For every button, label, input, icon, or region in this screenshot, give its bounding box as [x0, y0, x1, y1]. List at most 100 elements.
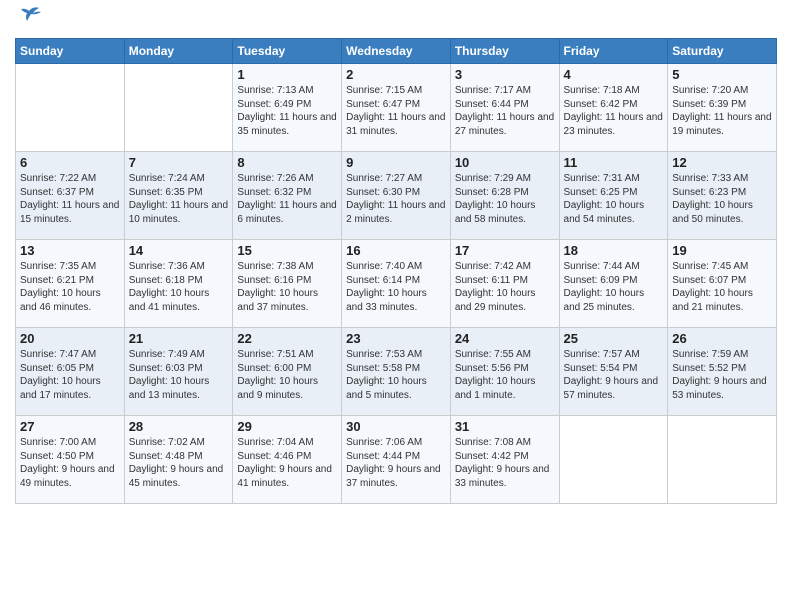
- day-number: 28: [129, 419, 229, 434]
- calendar-cell: 31 Sunrise: 7:08 AM Sunset: 4:42 PM Dayli…: [450, 416, 559, 504]
- calendar-cell: 21Sunrise: 7:49 AM Sunset: 6:03 PM Dayli…: [124, 328, 233, 416]
- calendar-cell: 14 Sunrise: 7:36 AM Sunset: 6:18 PM Dayli…: [124, 240, 233, 328]
- calendar-week-row: 13 Sunrise: 7:35 AM Sunset: 6:21 PM Dayli…: [16, 240, 777, 328]
- header: [15, 10, 777, 32]
- calendar-table: SundayMondayTuesdayWednesdayThursdayFrid…: [15, 38, 777, 504]
- calendar-cell: [16, 64, 125, 152]
- calendar-cell: 28 Sunrise: 7:02 AM Sunset: 4:48 PM Dayli…: [124, 416, 233, 504]
- day-info: Sunrise: 7:08 AM Sunset: 4:42 PM Dayligh…: [455, 436, 555, 490]
- calendar-cell: 29 Sunrise: 7:04 AM Sunset: 4:46 PM Dayli…: [233, 416, 342, 504]
- calendar-cell: 19Sunrise: 7:45 AM Sunset: 6:07 PM Dayli…: [668, 240, 777, 328]
- day-info: Sunrise: 7:20 AM Sunset: 6:39 PM Dayligh…: [672, 84, 772, 138]
- day-info: Sunrise: 7:04 AM Sunset: 4:46 PM Dayligh…: [237, 436, 337, 490]
- day-number: 8: [237, 155, 337, 170]
- calendar-cell: 22 Sunrise: 7:51 AM Sunset: 6:00 PM Dayli…: [233, 328, 342, 416]
- calendar-cell: 27 Sunrise: 7:00 AM Sunset: 4:50 PM Dayli…: [16, 416, 125, 504]
- calendar-cell: 4Sunrise: 7:18 AM Sunset: 6:42 PM Daylig…: [559, 64, 668, 152]
- calendar-cell: 5 Sunrise: 7:20 AM Sunset: 6:39 PM Daylig…: [668, 64, 777, 152]
- day-of-week-header: Thursday: [450, 39, 559, 64]
- day-info: Sunrise: 7:18 AM Sunset: 6:42 PM Dayligh…: [564, 84, 664, 138]
- day-info: Sunrise: 7:36 AM Sunset: 6:18 PM Dayligh…: [129, 260, 229, 314]
- day-number: 5: [672, 67, 772, 82]
- day-info: Sunrise: 7:33 AM Sunset: 6:23 PM Dayligh…: [672, 172, 772, 226]
- day-number: 9: [346, 155, 446, 170]
- calendar-week-row: 1 Sunrise: 7:13 AM Sunset: 6:49 PM Daylig…: [16, 64, 777, 152]
- calendar-cell: 3 Sunrise: 7:17 AM Sunset: 6:44 PM Daylig…: [450, 64, 559, 152]
- day-number: 12: [672, 155, 772, 170]
- day-of-week-header: Tuesday: [233, 39, 342, 64]
- calendar-cell: 24Sunrise: 7:55 AM Sunset: 5:56 PM Dayli…: [450, 328, 559, 416]
- calendar-cell: 10Sunrise: 7:29 AM Sunset: 6:28 PM Dayli…: [450, 152, 559, 240]
- day-of-week-header: Saturday: [668, 39, 777, 64]
- day-number: 18: [564, 243, 664, 258]
- day-number: 25: [564, 331, 664, 346]
- calendar-cell: 8 Sunrise: 7:26 AM Sunset: 6:32 PM Daylig…: [233, 152, 342, 240]
- day-of-week-header: Friday: [559, 39, 668, 64]
- calendar-header-row: SundayMondayTuesdayWednesdayThursdayFrid…: [16, 39, 777, 64]
- day-of-week-header: Wednesday: [342, 39, 451, 64]
- logo: [15, 14, 41, 32]
- day-info: Sunrise: 7:13 AM Sunset: 6:49 PM Dayligh…: [237, 84, 337, 138]
- day-info: Sunrise: 7:40 AM Sunset: 6:14 PM Dayligh…: [346, 260, 446, 314]
- calendar-cell: 7 Sunrise: 7:24 AM Sunset: 6:35 PM Daylig…: [124, 152, 233, 240]
- day-info: Sunrise: 7:31 AM Sunset: 6:25 PM Dayligh…: [564, 172, 664, 226]
- day-number: 7: [129, 155, 229, 170]
- day-info: Sunrise: 7:22 AM Sunset: 6:37 PM Dayligh…: [20, 172, 120, 226]
- day-number: 17: [455, 243, 555, 258]
- day-info: Sunrise: 7:42 AM Sunset: 6:11 PM Dayligh…: [455, 260, 555, 314]
- day-info: Sunrise: 7:57 AM Sunset: 5:54 PM Dayligh…: [564, 348, 664, 402]
- calendar-week-row: 27 Sunrise: 7:00 AM Sunset: 4:50 PM Dayli…: [16, 416, 777, 504]
- day-number: 13: [20, 243, 120, 258]
- calendar-cell: 6 Sunrise: 7:22 AM Sunset: 6:37 PM Daylig…: [16, 152, 125, 240]
- calendar-cell: 11 Sunrise: 7:31 AM Sunset: 6:25 PM Dayli…: [559, 152, 668, 240]
- day-number: 3: [455, 67, 555, 82]
- calendar-cell: 12 Sunrise: 7:33 AM Sunset: 6:23 PM Dayli…: [668, 152, 777, 240]
- day-info: Sunrise: 7:26 AM Sunset: 6:32 PM Dayligh…: [237, 172, 337, 226]
- calendar-cell: 20Sunrise: 7:47 AM Sunset: 6:05 PM Dayli…: [16, 328, 125, 416]
- calendar-cell: 23Sunrise: 7:53 AM Sunset: 5:58 PM Dayli…: [342, 328, 451, 416]
- day-number: 1: [237, 67, 337, 82]
- calendar-cell: [668, 416, 777, 504]
- day-number: 27: [20, 419, 120, 434]
- day-number: 22: [237, 331, 337, 346]
- calendar-cell: 17 Sunrise: 7:42 AM Sunset: 6:11 PM Dayli…: [450, 240, 559, 328]
- day-info: Sunrise: 7:44 AM Sunset: 6:09 PM Dayligh…: [564, 260, 664, 314]
- day-number: 14: [129, 243, 229, 258]
- calendar-cell: 9 Sunrise: 7:27 AM Sunset: 6:30 PM Daylig…: [342, 152, 451, 240]
- day-info: Sunrise: 7:51 AM Sunset: 6:00 PM Dayligh…: [237, 348, 337, 402]
- day-info: Sunrise: 7:27 AM Sunset: 6:30 PM Dayligh…: [346, 172, 446, 226]
- calendar-cell: 26Sunrise: 7:59 AM Sunset: 5:52 PM Dayli…: [668, 328, 777, 416]
- day-number: 20: [20, 331, 120, 346]
- day-of-week-header: Monday: [124, 39, 233, 64]
- day-info: Sunrise: 7:35 AM Sunset: 6:21 PM Dayligh…: [20, 260, 120, 314]
- day-number: 31: [455, 419, 555, 434]
- calendar-week-row: 6 Sunrise: 7:22 AM Sunset: 6:37 PM Daylig…: [16, 152, 777, 240]
- day-number: 23: [346, 331, 446, 346]
- day-info: Sunrise: 7:59 AM Sunset: 5:52 PM Dayligh…: [672, 348, 772, 402]
- day-info: Sunrise: 7:45 AM Sunset: 6:07 PM Dayligh…: [672, 260, 772, 314]
- calendar-cell: 18 Sunrise: 7:44 AM Sunset: 6:09 PM Dayli…: [559, 240, 668, 328]
- day-info: Sunrise: 7:02 AM Sunset: 4:48 PM Dayligh…: [129, 436, 229, 490]
- calendar-cell: 16 Sunrise: 7:40 AM Sunset: 6:14 PM Dayli…: [342, 240, 451, 328]
- day-info: Sunrise: 7:24 AM Sunset: 6:35 PM Dayligh…: [129, 172, 229, 226]
- day-info: Sunrise: 7:38 AM Sunset: 6:16 PM Dayligh…: [237, 260, 337, 314]
- day-info: Sunrise: 7:17 AM Sunset: 6:44 PM Dayligh…: [455, 84, 555, 138]
- day-info: Sunrise: 7:29 AM Sunset: 6:28 PM Dayligh…: [455, 172, 555, 226]
- day-number: 16: [346, 243, 446, 258]
- day-number: 2: [346, 67, 446, 82]
- day-info: Sunrise: 7:49 AM Sunset: 6:03 PM Dayligh…: [129, 348, 229, 402]
- logo-bird-icon: [19, 3, 41, 25]
- day-number: 11: [564, 155, 664, 170]
- day-info: Sunrise: 7:55 AM Sunset: 5:56 PM Dayligh…: [455, 348, 555, 402]
- calendar-cell: 13 Sunrise: 7:35 AM Sunset: 6:21 PM Dayli…: [16, 240, 125, 328]
- calendar-cell: [124, 64, 233, 152]
- day-info: Sunrise: 7:00 AM Sunset: 4:50 PM Dayligh…: [20, 436, 120, 490]
- day-info: Sunrise: 7:06 AM Sunset: 4:44 PM Dayligh…: [346, 436, 446, 490]
- calendar-cell: [559, 416, 668, 504]
- day-number: 6: [20, 155, 120, 170]
- calendar-cell: 2Sunrise: 7:15 AM Sunset: 6:47 PM Daylig…: [342, 64, 451, 152]
- calendar-week-row: 20Sunrise: 7:47 AM Sunset: 6:05 PM Dayli…: [16, 328, 777, 416]
- page: SundayMondayTuesdayWednesdayThursdayFrid…: [0, 0, 792, 612]
- day-number: 29: [237, 419, 337, 434]
- day-number: 15: [237, 243, 337, 258]
